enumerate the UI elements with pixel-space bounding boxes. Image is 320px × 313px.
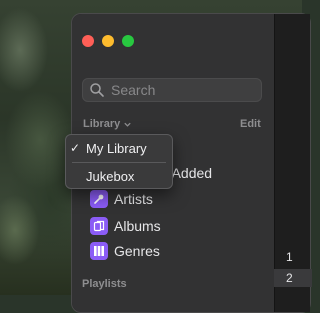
sidebar-item-label: Albums [114, 218, 161, 234]
table-row[interactable]: 1 [274, 248, 312, 266]
minimize-button[interactable] [102, 35, 114, 47]
search-input[interactable] [105, 82, 251, 98]
checkmark-icon: ✓ [69, 141, 81, 155]
sidebar-item-albums[interactable]: Albums [90, 216, 161, 236]
sidebar-item-genres[interactable]: Genres [90, 241, 160, 261]
playlists-header[interactable]: Playlists [82, 278, 127, 290]
menu-item-my-library[interactable]: ✓ My Library [66, 138, 172, 158]
sidebar-item-artists[interactable]: Artists [90, 189, 153, 209]
menu-item-jukebox[interactable]: Jukebox [66, 166, 172, 186]
track-number: 2 [286, 271, 293, 285]
menu-item-label: Jukebox [86, 168, 135, 184]
sidebar-item-label: Artists [114, 191, 153, 207]
edit-button[interactable]: Edit [240, 118, 261, 130]
chevron-down-icon [124, 122, 131, 127]
library-header[interactable]: Library [83, 118, 132, 130]
track-number: 1 [286, 250, 293, 264]
search-icon [90, 83, 104, 97]
album-icon [90, 217, 108, 235]
table-row[interactable]: 2 [274, 269, 312, 287]
content-area [274, 14, 310, 312]
sidebar-item-label: Genres [114, 243, 160, 259]
maximize-button[interactable] [122, 35, 134, 47]
menu-divider [72, 162, 166, 163]
genres-icon [90, 242, 108, 260]
menu-item-label: My Library [86, 140, 147, 156]
library-popup-menu: ✓ My Library Jukebox [65, 134, 173, 189]
library-header-label: Library [83, 118, 121, 130]
close-button[interactable] [82, 35, 94, 47]
search-field[interactable] [82, 78, 262, 102]
microphone-icon [90, 190, 108, 208]
